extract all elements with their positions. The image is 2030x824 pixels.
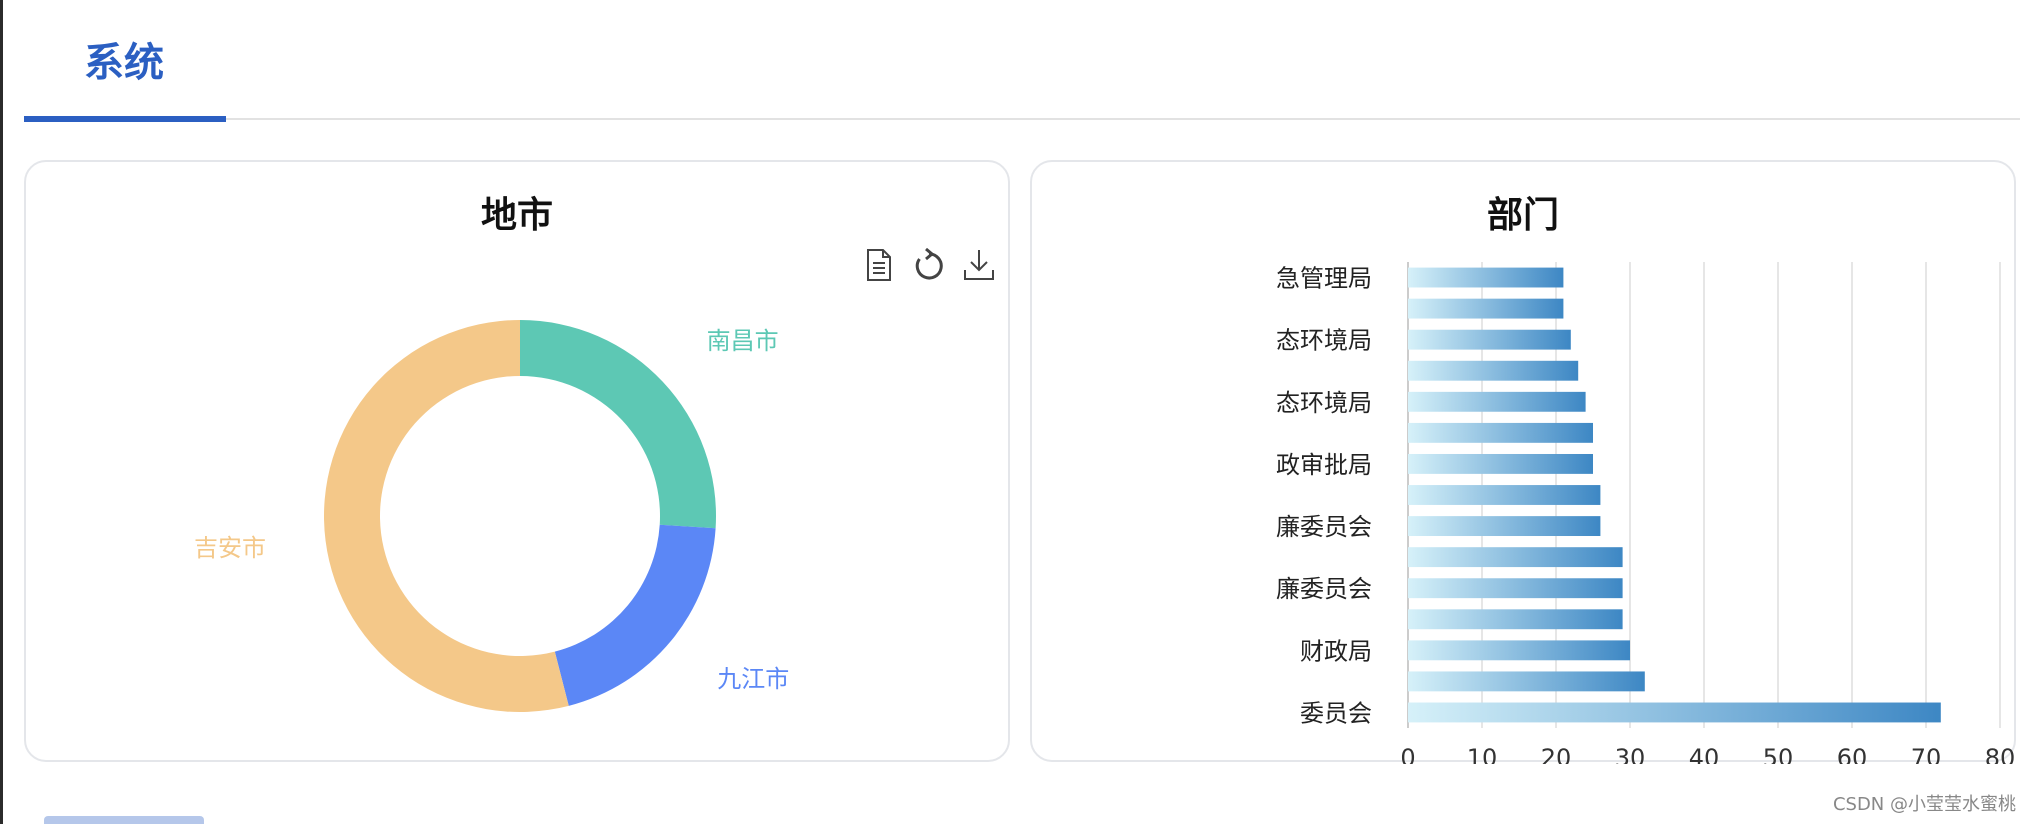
bar[interactable] [1408,329,1571,350]
x-tick-label: 70 [1911,744,1942,764]
y-category-label: 政审批局 [1276,451,1372,479]
y-category-label: 廉委员会 [1276,575,1372,603]
x-tick-label: 80 [1985,744,2016,764]
donut-slice[interactable] [554,524,716,706]
y-category-label: 委员会 [1300,699,1372,727]
x-tick-label: 20 [1541,744,1572,764]
watermark: CSDN @小莹莹水蜜桃 [1832,794,2016,815]
y-category-label: 态环境局 [1276,389,1372,417]
city-chart-card: 地市 南昌市 九江市 吉安市 [24,160,1010,762]
bar[interactable] [1408,702,1941,723]
donut-label: 吉安市 [194,534,266,562]
x-tick-label: 60 [1837,744,1868,764]
department-bar-chart: 0 10 20 30 40 50 60 70 80急管理局态环境局态环境局政审批局廉委员会廉委员… [1276,262,2016,764]
x-tick-label: 40 [1689,744,1720,764]
y-category-label: 财政局 [1300,637,1372,665]
bar[interactable] [1408,453,1593,474]
x-tick-label: 50 [1763,744,1794,764]
donut-label: 九江市 [717,665,789,693]
bar[interactable] [1408,485,1601,505]
x-tick-label: 30 [1615,744,1646,764]
bar[interactable] [1408,298,1564,319]
y-category-label: 廉委员会 [1276,513,1372,541]
bar[interactable] [1408,578,1623,599]
bar[interactable] [1408,422,1593,443]
donut-slice[interactable] [323,320,569,712]
donut-slice[interactable] [520,320,716,529]
bar[interactable] [1408,360,1579,381]
bar[interactable] [1408,267,1564,288]
window-edge [0,0,3,824]
department-chart-card: 部门 0 10 20 30 40 50 60 70 80 急管理局 态环境局 态环境局 政审批局 廉委员会… [1030,160,2016,764]
x-tick-label: 0 [1400,744,1415,764]
tab-system[interactable]: 系统 [84,30,164,88]
next-section-title-peek [44,816,204,824]
y-category-label: 态环境局 [1276,327,1372,355]
bar[interactable] [1408,671,1645,692]
y-category-label: 急管理局 [1276,265,1372,293]
city-donut-chart: 南昌市九江市 吉安市 [194,320,789,712]
tab-divider [226,118,2020,120]
x-tick-label: 10 [1467,744,1498,764]
donut-label: 南昌市 [707,327,779,355]
bar[interactable] [1408,547,1623,568]
tab-bar: 系统 [24,0,2020,124]
bar[interactable] [1408,516,1601,537]
tab-active-indicator [24,116,226,122]
bar[interactable] [1408,609,1623,630]
bar[interactable] [1408,640,1630,661]
bar[interactable] [1408,391,1586,412]
